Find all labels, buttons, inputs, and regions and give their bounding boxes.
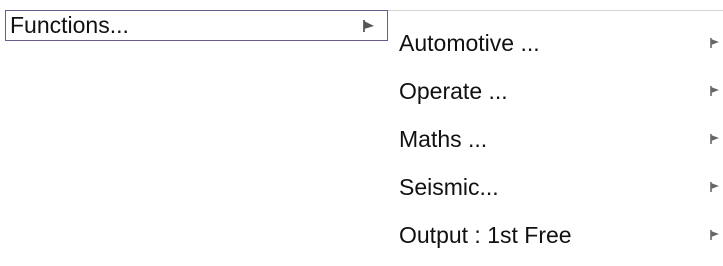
submenu-arrow-icon <box>710 134 719 144</box>
submenu-arrow-icon <box>363 20 374 32</box>
menu-item-functions[interactable]: Functions... <box>5 10 388 41</box>
submenu-item-seismic[interactable]: Seismic... <box>388 163 723 211</box>
submenu-item-operate[interactable]: Operate ... <box>388 67 723 115</box>
submenu-item-automotive[interactable]: Automotive ... <box>388 19 723 67</box>
submenu-item-output-1st-free[interactable]: Output : 1st Free <box>388 211 723 259</box>
submenu-arrow-icon <box>710 230 719 240</box>
submenu-arrow-icon <box>710 182 719 192</box>
functions-submenu: Automotive ... Operate ... Maths ... Sei… <box>388 10 723 266</box>
submenu-item-maths[interactable]: Maths ... <box>388 115 723 163</box>
submenu-item-label: Output : 1st Free <box>399 222 572 248</box>
submenu-item-label: Seismic... <box>399 174 499 200</box>
context-menu-container: Functions... Automotive ... Operate ... … <box>0 0 723 266</box>
submenu-item-label: Maths ... <box>399 126 488 152</box>
submenu-arrow-icon <box>710 38 719 48</box>
submenu-item-label: Automotive ... <box>399 30 540 56</box>
submenu-item-label: Operate ... <box>399 78 508 104</box>
menu-item-label: Functions... <box>10 12 129 38</box>
submenu-arrow-icon <box>710 86 719 96</box>
